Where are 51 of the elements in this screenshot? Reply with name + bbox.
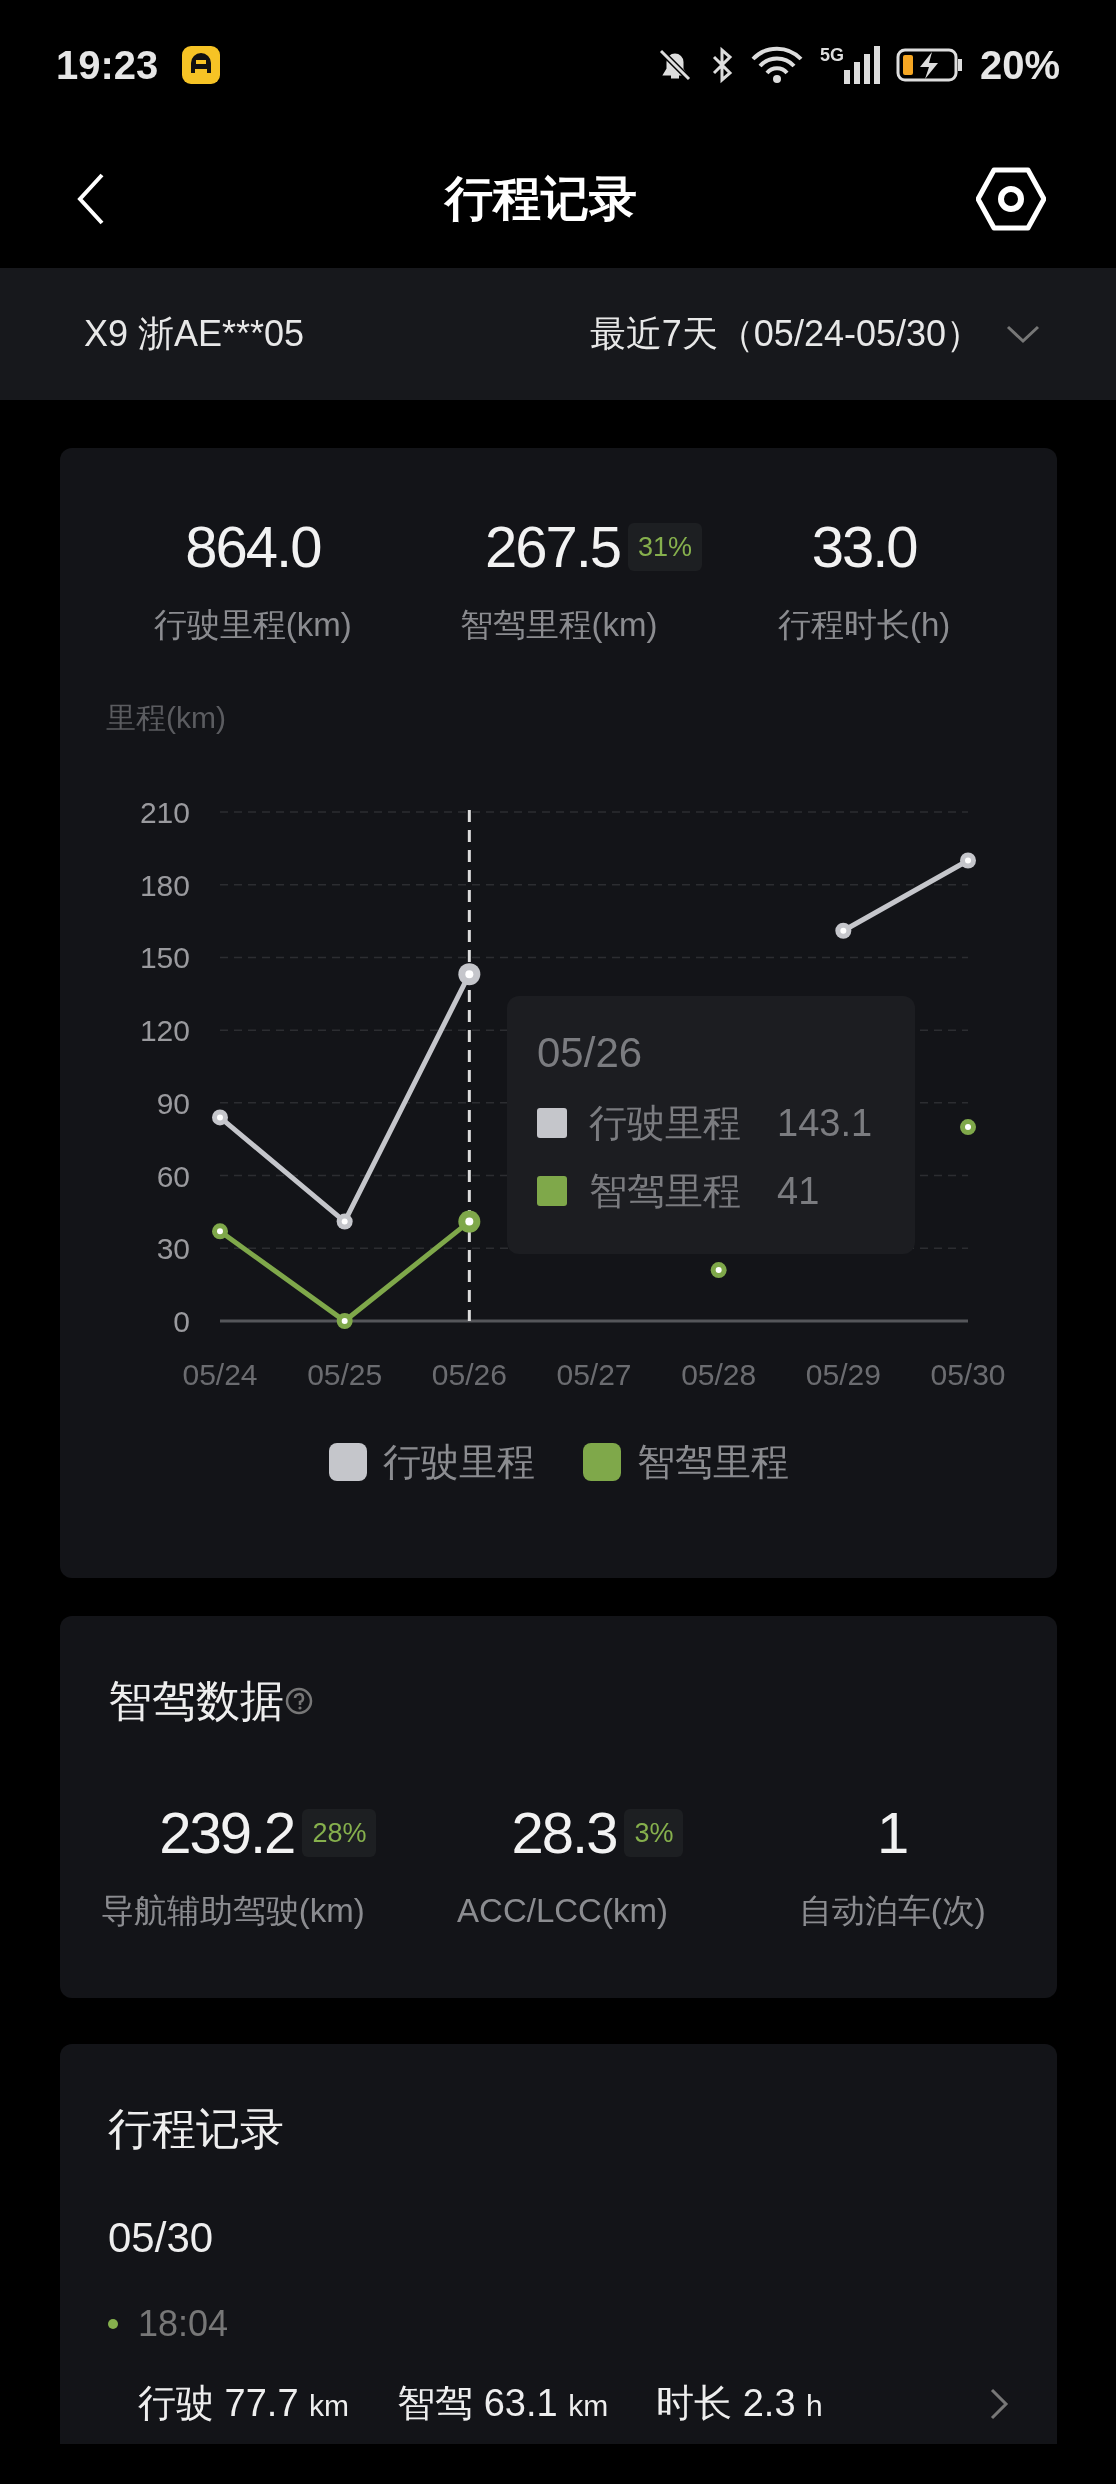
axis-title: 里程(km) <box>106 700 226 734</box>
stat-value: 28.3 <box>511 1804 617 1862</box>
stat-label: 智驾里程(km) <box>459 605 658 645</box>
x-tick-label: 05/26 <box>431 1357 507 1391</box>
vehicle-selector[interactable]: X9 浙AE***05 <box>84 307 305 361</box>
section-title: 行程记录 <box>108 2103 285 2155</box>
section-title: 智驾数据 <box>108 1675 284 1727</box>
percent-badge: 28% <box>302 1808 377 1858</box>
x-tick-label: 05/30 <box>930 1357 1006 1391</box>
x-tick-label: 05/29 <box>805 1357 881 1391</box>
status-time: 19:23 <box>56 42 159 89</box>
stat-label: 导航辅助驾驶(km) <box>100 1891 365 1931</box>
tooltip-date: 05/26 <box>537 1031 644 1074</box>
x-tick-label: 05/27 <box>556 1357 632 1391</box>
battery-percent: 20% <box>979 42 1060 89</box>
stat-value: 864.0 <box>185 518 321 576</box>
stat-value: 267.5 <box>484 518 621 576</box>
network-label: 5G <box>819 46 844 64</box>
y-tick-label: 60 <box>156 1159 190 1193</box>
stat-label: 行驶里程(km) <box>153 605 352 645</box>
x-tick-label: 05/25 <box>307 1357 383 1391</box>
stat-value: 1 <box>877 1804 908 1862</box>
trip-stat: 时长 2.3 h <box>656 2381 823 2426</box>
legend-label: 智驾里程 <box>636 1439 789 1485</box>
stat-value: 239.2 <box>159 1804 295 1862</box>
stat-label: ACC/LCC(km) <box>457 1891 668 1931</box>
y-tick-label: 30 <box>156 1231 190 1265</box>
x-tick-label: 05/24 <box>182 1357 258 1391</box>
stat-value: 33.0 <box>811 518 917 576</box>
y-tick-label: 0 <box>173 1304 190 1338</box>
tooltip-label: 行驶里程 <box>589 1103 741 1142</box>
trip-stat: 智驾 63.1 km <box>397 2381 609 2426</box>
trip-stat: 行驶 77.7 km <box>138 2381 350 2426</box>
page-title: 行程记录 <box>445 171 637 227</box>
y-tick-label: 120 <box>139 1013 190 1047</box>
y-tick-label: 210 <box>139 795 190 829</box>
tooltip-value: 143.1 <box>777 1103 873 1142</box>
x-tick-label: 05/28 <box>681 1357 757 1391</box>
trip-date: 05/30 <box>108 2213 215 2263</box>
y-tick-label: 180 <box>139 868 190 902</box>
stat-label: 行程时长(h) <box>778 605 951 645</box>
y-tick-label: 150 <box>139 940 190 974</box>
date-range-selector[interactable]: 最近7天（05/24-05/30） <box>589 307 982 361</box>
tooltip-value: 41 <box>777 1171 820 1210</box>
trip-time: 18:04 <box>138 2302 229 2346</box>
tooltip-label: 智驾里程 <box>589 1171 741 1210</box>
stat-label: 自动泊车(次) <box>798 1891 986 1931</box>
y-tick-label: 90 <box>156 1086 190 1120</box>
percent-badge: 3% <box>624 1808 684 1858</box>
legend-label: 行驶里程 <box>382 1439 535 1485</box>
percent-badge: 31% <box>628 522 703 572</box>
